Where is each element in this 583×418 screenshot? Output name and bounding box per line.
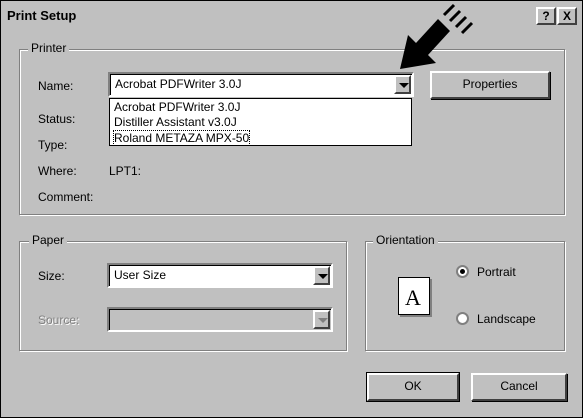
chevron-down-icon[interactable] [394, 75, 411, 94]
list-item[interactable]: Distiller Assistant v3.0J [114, 115, 237, 129]
page-glyph: A [405, 285, 421, 310]
paper-source-select[interactable] [107, 307, 333, 332]
printer-dropdown-list[interactable]: Acrobat PDFWriter 3.0J Distiller Assista… [109, 98, 412, 146]
pointing-arrow-icon [400, 3, 474, 69]
close-button[interactable]: X [557, 7, 577, 25]
list-item[interactable]: Roland METAZA MPX-50 [112, 130, 251, 146]
orientation-group-label: Orientation [373, 233, 438, 247]
ok-button[interactable]: OK [366, 372, 460, 402]
paper-group [19, 241, 347, 351]
where-label: Where: [38, 164, 77, 178]
list-item[interactable]: Acrobat PDFWriter 3.0J [114, 100, 240, 114]
paper-size-value: User Size [114, 268, 167, 282]
size-label: Size: [38, 269, 65, 283]
paper-size-select[interactable]: User Size [107, 263, 333, 288]
type-label: Type: [38, 138, 68, 152]
print-setup-dialog: Print Setup ? X Printer Name: Acrobat PD… [0, 0, 583, 418]
printer-name-select[interactable]: Acrobat PDFWriter 3.0J [108, 72, 414, 97]
printer-name-value: Acrobat PDFWriter 3.0J [115, 77, 242, 91]
landscape-radio[interactable] [456, 312, 469, 325]
portrait-radio[interactable] [456, 265, 469, 278]
paper-group-label: Paper [29, 233, 68, 247]
status-label: Status: [38, 112, 76, 126]
orientation-group [365, 241, 565, 351]
printer-group-label: Printer [28, 41, 70, 55]
chevron-down-icon [313, 310, 330, 329]
cancel-button[interactable]: Cancel [471, 373, 567, 401]
portrait-label[interactable]: Portrait [477, 265, 516, 279]
where-value: LPT1: [109, 164, 142, 178]
chevron-down-icon[interactable] [313, 266, 330, 285]
landscape-label[interactable]: Landscape [477, 312, 536, 326]
comment-label: Comment: [38, 190, 94, 204]
source-label: Source: [38, 313, 80, 327]
printer-name-label: Name: [38, 79, 74, 93]
title-bar: Print Setup ? X [1, 1, 582, 27]
help-button[interactable]: ? [536, 7, 556, 25]
dialog-title: Print Setup [7, 8, 77, 23]
portrait-page-icon: A [398, 277, 430, 315]
